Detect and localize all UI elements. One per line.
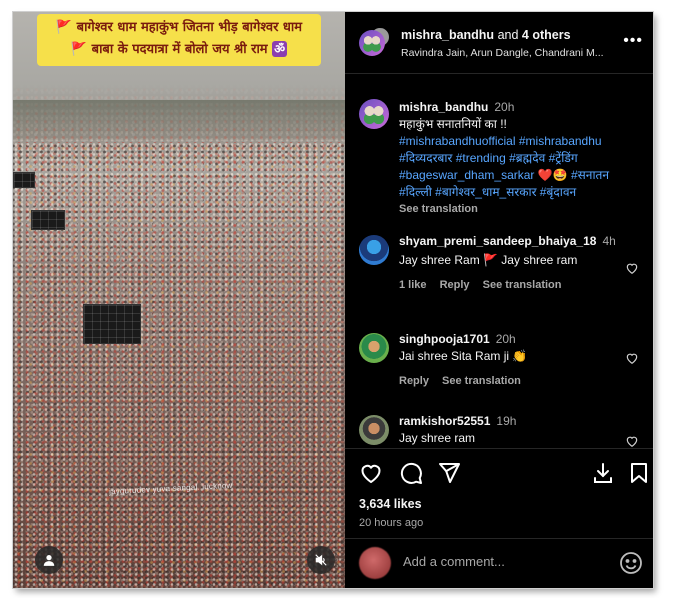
comment-likes[interactable]: 1 like — [399, 279, 427, 291]
author-avatar[interactable] — [359, 99, 389, 129]
author-username[interactable]: mishra_bandhu — [401, 28, 494, 42]
flag-emoji: 🚩 — [55, 20, 73, 35]
collaborators-list[interactable]: Ravindra Jain, Arun Dangle, Chandrani M.… — [401, 47, 604, 59]
more-options-button[interactable]: ••• — [623, 32, 643, 50]
comment-time[interactable]: 20h — [496, 332, 516, 346]
download-icon[interactable] — [591, 461, 615, 485]
led-screen — [13, 172, 35, 188]
video-crowd — [13, 142, 345, 588]
comment-username[interactable]: ramkishor52551 — [399, 414, 490, 428]
instagram-post-modal: 🚩 बागेश्वर धाम महाकुंभ जितना भीड़ बागेश्… — [13, 12, 653, 588]
reply-button[interactable]: Reply — [440, 279, 470, 291]
bookmark-icon[interactable] — [627, 461, 651, 485]
post-header: mishra_bandhu and 4 others Ravindra Jain… — [345, 12, 653, 74]
banner-line-2: 🚩 बाबा के पदयात्रा में बोलो जय श्री राम … — [70, 41, 288, 57]
video-treeline — [13, 100, 345, 140]
comment-time[interactable]: 19h — [496, 414, 516, 428]
caption-username[interactable]: mishra_bandhu — [399, 100, 488, 114]
heart-icon[interactable] — [359, 461, 383, 485]
mute-button[interactable] — [307, 546, 335, 574]
current-user-avatar — [359, 547, 391, 579]
share-icon[interactable] — [437, 461, 461, 485]
banner-line-1: 🚩 बागेश्वर धाम महाकुंभ जितना भीड़ बागेश्… — [55, 20, 303, 35]
likes-count[interactable]: 3,634 likes — [359, 497, 422, 511]
post-side-panel: mishra_bandhu and 4 others Ravindra Jain… — [345, 12, 653, 588]
om-emoji: ॐ — [272, 41, 288, 57]
post-timestamp[interactable]: 20 hours ago — [359, 517, 423, 529]
see-translation-link[interactable]: See translation — [442, 375, 521, 387]
author-avatar[interactable] — [359, 30, 385, 56]
commenter-avatar[interactable] — [359, 333, 389, 363]
heart-icon[interactable] — [625, 434, 639, 447]
post-author-line: mishra_bandhu and 4 others — [401, 28, 571, 42]
caption-time[interactable]: 20h — [494, 100, 514, 114]
comment-text: Jay shree Ram 🚩 Jay shree ram — [399, 253, 578, 267]
reel-video[interactable]: 🚩 बागेश्वर धाम महाकुंभ जितना भीड़ बागेश्… — [13, 12, 345, 588]
led-screen — [83, 304, 141, 344]
commenter-avatar[interactable] — [359, 235, 389, 265]
comment-username[interactable]: shyam_premi_sandeep_bhaiya_18 — [399, 234, 596, 248]
video-text-banner: 🚩 बागेश्वर धाम महाकुंभ जितना भीड़ बागेश्… — [37, 14, 321, 66]
comment-time[interactable]: 4h — [602, 234, 615, 248]
comment-text: Jay shree ram — [399, 431, 476, 445]
heart-icon[interactable] — [625, 351, 639, 365]
speaker-muted-icon — [315, 554, 327, 566]
comment-username[interactable]: singhpooja1701 — [399, 332, 490, 346]
caption-text: महाकुंभ सनातनियों का !! — [399, 117, 507, 131]
comment-text: Jai shree Sita Ram ji 👏 — [399, 349, 528, 363]
commenter-avatar[interactable] — [359, 415, 389, 445]
tagged-users-button[interactable] — [35, 546, 63, 574]
see-translation-link[interactable]: See translation — [399, 201, 641, 218]
heart-icon[interactable] — [625, 261, 639, 275]
comment-input[interactable] — [403, 554, 603, 569]
comments-list: mishra_bandhu 20h महाकुंभ सनातनियों का !!… — [345, 75, 653, 447]
see-translation-link[interactable]: See translation — [483, 279, 562, 291]
comment-icon[interactable] — [399, 461, 423, 485]
comment-composer — [345, 538, 653, 588]
caption-emojis: ❤️🤩 — [537, 168, 568, 182]
collaborators-link[interactable]: 4 others — [522, 28, 571, 42]
reply-button[interactable]: Reply — [399, 375, 429, 387]
flag-emoji: 🚩 — [70, 42, 88, 57]
led-screen — [31, 210, 65, 230]
emoji-icon[interactable] — [619, 551, 643, 575]
and-text: and — [497, 28, 519, 42]
person-icon — [43, 555, 55, 566]
